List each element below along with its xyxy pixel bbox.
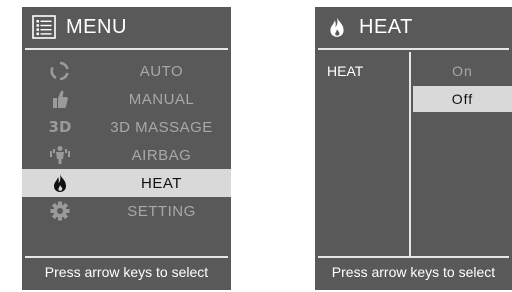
footer-divider bbox=[25, 256, 228, 258]
flame-icon bbox=[325, 15, 349, 39]
menu-item-label: 3D MASSAGE bbox=[110, 118, 213, 136]
menu-screen: MENU AUTO MANUAL 3D 3D MASSAGE AIRBAG HE… bbox=[22, 7, 231, 290]
menu-item-label: HEAT bbox=[141, 174, 182, 192]
menu-item-label: MANUAL bbox=[128, 90, 195, 108]
3d-icon: 3D bbox=[48, 118, 72, 136]
airbag-icon bbox=[46, 143, 74, 167]
menu-list: AUTO MANUAL 3D 3D MASSAGE AIRBAG HEAT SE… bbox=[22, 57, 231, 225]
page-title: HEAT bbox=[359, 15, 413, 38]
flame-icon bbox=[46, 171, 74, 195]
menu-item-airbag[interactable]: AIRBAG bbox=[22, 141, 231, 169]
column-divider bbox=[409, 52, 411, 256]
list-icon bbox=[32, 15, 56, 39]
option-on[interactable]: On bbox=[413, 58, 512, 84]
menu-item-manual[interactable]: MANUAL bbox=[22, 85, 231, 113]
menu-item-heat[interactable]: HEAT bbox=[22, 169, 231, 197]
menu-item-setting[interactable]: SETTING bbox=[22, 197, 231, 225]
footer-divider bbox=[318, 256, 509, 258]
setting-label: HEAT bbox=[327, 63, 364, 79]
menu-title-bar: MENU bbox=[22, 7, 231, 47]
option-off[interactable]: Off bbox=[413, 86, 512, 112]
menu-item-label: SETTING bbox=[127, 202, 196, 220]
menu-item-3d-massage[interactable]: 3D 3D MASSAGE bbox=[22, 113, 231, 141]
heat-screen: HEAT HEAT On Off Press arrow keys to sel… bbox=[315, 7, 512, 290]
menu-item-auto[interactable]: AUTO bbox=[22, 57, 231, 85]
menu-item-label: AIRBAG bbox=[131, 146, 192, 164]
menu-item-label: AUTO bbox=[139, 62, 184, 80]
title-divider bbox=[25, 48, 228, 50]
gear-icon bbox=[46, 199, 74, 223]
footer-hint: Press arrow keys to select bbox=[44, 264, 209, 280]
page-title: MENU bbox=[66, 15, 127, 38]
heat-title-bar: HEAT bbox=[315, 7, 512, 47]
title-divider bbox=[318, 48, 509, 50]
cycle-icon bbox=[46, 59, 74, 83]
thumb-icon bbox=[46, 87, 74, 111]
footer-hint: Press arrow keys to select bbox=[331, 264, 496, 280]
